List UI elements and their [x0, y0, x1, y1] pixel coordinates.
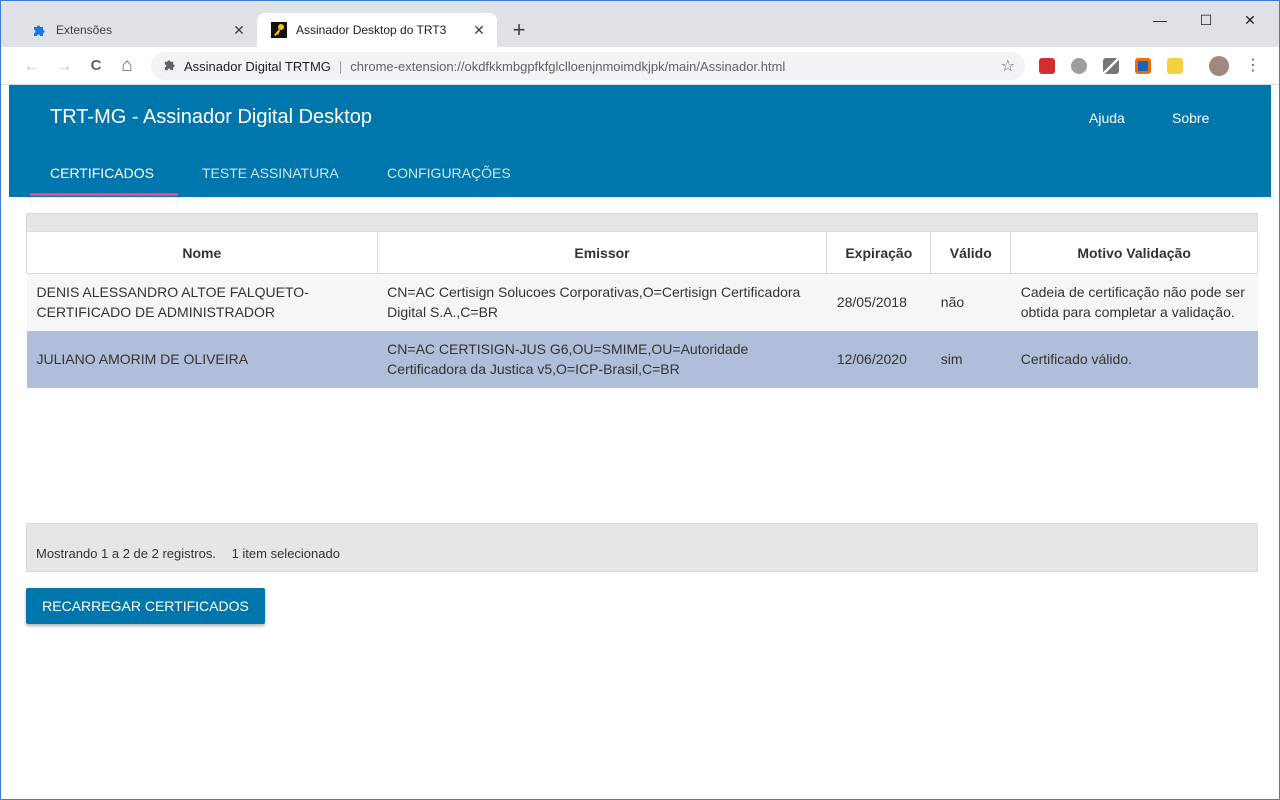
home-button[interactable]: ⌂: [116, 55, 138, 77]
browser-toolbar: ← → C ⌂ Assinador Digital TRTMG | chrome…: [1, 47, 1279, 85]
forward-button[interactable]: →: [53, 55, 75, 77]
certificates-table: Nome Emissor Expiração Válido Motivo Val…: [26, 231, 1258, 388]
tab-teste-assinatura[interactable]: TESTE ASSINATURA: [202, 165, 339, 197]
tab-title: Extensões: [56, 23, 113, 37]
help-link[interactable]: Ajuda: [1089, 110, 1125, 126]
browser-menu-icon[interactable]: ⋮: [1245, 56, 1261, 76]
cell-expiracao: 28/05/2018: [826, 273, 931, 331]
reload-certificates-button[interactable]: RECARREGAR CERTIFICADOS: [26, 588, 265, 624]
cell-valido: não: [930, 273, 1011, 331]
table-row-selected[interactable]: JULIANO AMORIM DE OLIVEIRA CN=AC CERTISI…: [26, 330, 1258, 388]
key-icon: [271, 22, 287, 38]
close-tab-icon[interactable]: ✕: [231, 22, 247, 38]
maximize-button[interactable]: ☐: [1183, 9, 1229, 31]
table-status-bar: Mostrando 1 a 2 de 2 registros. 1 item s…: [26, 523, 1258, 572]
puzzle-icon: [163, 58, 176, 74]
column-header-emissor[interactable]: Emissor: [376, 231, 828, 274]
column-header-valido[interactable]: Válido: [930, 231, 1012, 274]
extension-key-icon[interactable]: [1167, 58, 1183, 74]
about-link[interactable]: Sobre: [1172, 110, 1209, 126]
app-header: TRT-MG - Assinador Digital Desktop Ajuda…: [9, 85, 1271, 197]
extension-gear-icon[interactable]: [1071, 58, 1087, 74]
cell-nome: DENIS ALESSANDRO ALTOE FALQUETO-CERTIFIC…: [26, 273, 378, 331]
url-text: chrome-extension://okdfkkmbgpfkfglclloen…: [350, 58, 786, 74]
cell-emissor: CN=AC Certisign Solucoes Corporativas,O=…: [377, 273, 827, 331]
tab-strip: Extensões ✕ Assinador Desktop do TRT3 ✕ …: [1, 1, 1279, 47]
table-row[interactable]: DENIS ALESSANDRO ALTOE FALQUETO-CERTIFIC…: [26, 273, 1258, 331]
minimize-button[interactable]: —: [1137, 9, 1183, 31]
close-window-button[interactable]: ✕: [1227, 9, 1273, 31]
cell-nome: JULIANO AMORIM DE OLIVEIRA: [26, 330, 378, 388]
extension-lastpass-icon[interactable]: [1039, 58, 1055, 74]
cell-valido: sim: [930, 330, 1011, 388]
table-header-row: Nome Emissor Expiração Válido Motivo Val…: [26, 231, 1258, 274]
bookmark-star-icon[interactable]: ☆: [1001, 56, 1015, 76]
cell-motivo: Certificado válido.: [1010, 330, 1258, 388]
selection-info: 1 item selecionado: [231, 546, 340, 561]
active-tab-indicator: [30, 193, 178, 196]
site-name: Assinador Digital TRTMG: [184, 58, 331, 74]
app-title: TRT-MG - Assinador Digital Desktop: [50, 106, 372, 128]
browser-tab-extensions[interactable]: Extensões ✕: [17, 13, 257, 47]
extension-window-icon[interactable]: [1135, 58, 1151, 74]
table-toolbar: [26, 213, 1258, 231]
url-separator: |: [338, 58, 343, 74]
extension-eyedropper-icon[interactable]: [1103, 58, 1119, 74]
browser-tab-assinador[interactable]: Assinador Desktop do TRT3 ✕: [257, 13, 497, 47]
cell-emissor: CN=AC CERTISIGN-JUS G6,OU=SMIME,OU=Autor…: [377, 330, 827, 388]
reload-button[interactable]: C: [85, 55, 107, 77]
records-info: Mostrando 1 a 2 de 2 registros.: [36, 546, 216, 561]
new-tab-button[interactable]: +: [507, 19, 531, 43]
cell-motivo: Cadeia de certificação não pode ser obti…: [1010, 273, 1258, 331]
tab-configuracoes[interactable]: CONFIGURAÇÕES: [387, 165, 511, 197]
cell-expiracao: 12/06/2020: [826, 330, 931, 388]
close-tab-icon[interactable]: ✕: [471, 22, 487, 38]
puzzle-icon: [31, 22, 47, 38]
back-button[interactable]: ←: [21, 55, 43, 77]
browser-window: Extensões ✕ Assinador Desktop do TRT3 ✕ …: [0, 0, 1280, 800]
column-header-nome[interactable]: Nome: [26, 231, 378, 274]
tab-title: Assinador Desktop do TRT3: [296, 23, 447, 37]
column-header-expiracao[interactable]: Expiração: [826, 231, 932, 274]
address-bar[interactable]: Assinador Digital TRTMG | chrome-extensi…: [151, 52, 1025, 80]
column-header-motivo[interactable]: Motivo Validação: [1010, 231, 1258, 274]
profile-avatar[interactable]: [1209, 56, 1229, 76]
